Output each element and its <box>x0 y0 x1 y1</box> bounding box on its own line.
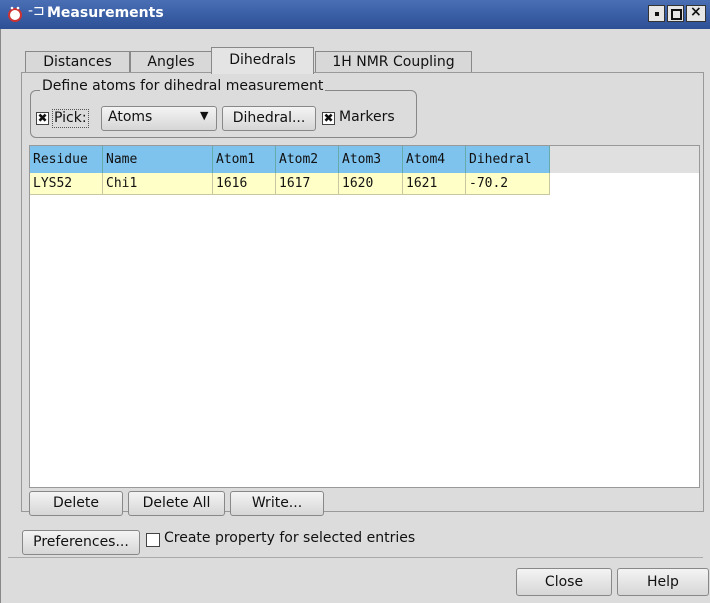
write-button[interactable]: Write... <box>230 491 324 516</box>
tab-distances[interactable]: Distances <box>25 51 130 73</box>
maximize-button[interactable] <box>667 5 684 22</box>
cell-atom4: 1621 <box>403 173 466 195</box>
tab-1h-nmr-coupling[interactable]: 1H NMR Coupling <box>315 51 472 73</box>
tab-dihedrals[interactable]: Dihedrals <box>211 47 314 74</box>
column-header-atom3[interactable]: Atom3 <box>339 146 403 173</box>
create-property-label: Create property for selected entries <box>164 530 416 546</box>
delete-button[interactable]: Delete <box>29 491 123 516</box>
window-title: Measurements <box>47 5 164 21</box>
preferences-button[interactable]: Preferences... <box>22 530 140 555</box>
column-header-name[interactable]: Name <box>103 146 213 173</box>
column-header-atom2[interactable]: Atom2 <box>276 146 339 173</box>
divider <box>8 557 703 558</box>
close-button[interactable]: Close <box>516 568 612 596</box>
cell-atom1: 1616 <box>213 173 276 195</box>
create-property-checkbox[interactable] <box>146 533 160 547</box>
pick-mode-value: Atoms <box>108 109 153 125</box>
title-bar: -⊐ Measurements × <box>0 0 710 29</box>
cell-name: Chi1 <box>103 173 213 195</box>
close-window-button[interactable]: × <box>686 4 706 22</box>
cell-atom3: 1620 <box>339 173 403 195</box>
cell-residue: LYS52 <box>30 173 103 195</box>
tab-angles[interactable]: Angles <box>130 51 212 73</box>
markers-checkbox[interactable]: ✖ <box>322 112 335 125</box>
minimize-button[interactable] <box>648 5 665 22</box>
pin-icon[interactable]: -⊐ <box>28 3 45 19</box>
delete-all-button[interactable]: Delete All <box>128 491 225 516</box>
pick-checkbox[interactable]: ✖ <box>36 112 49 125</box>
cell-atom2: 1617 <box>276 173 339 195</box>
cell-dihedral: -70.2 <box>466 173 550 195</box>
column-header-atom4[interactable]: Atom4 <box>403 146 466 173</box>
app-icon <box>8 6 22 22</box>
pick-mode-select[interactable]: Atoms ▼ <box>101 106 217 131</box>
column-header-residue[interactable]: Residue <box>30 146 103 173</box>
group-title: Define atoms for dihedral measurement <box>40 78 326 94</box>
measurements-table[interactable] <box>29 145 700 488</box>
pick-label: Pick: <box>52 109 89 128</box>
markers-label: Markers <box>339 109 395 125</box>
dihedral-button[interactable]: Dihedral... <box>222 106 316 131</box>
help-button[interactable]: Help <box>617 568 709 596</box>
column-header-atom1[interactable]: Atom1 <box>213 146 276 173</box>
column-header-dihedral[interactable]: Dihedral <box>466 146 550 173</box>
chevron-down-icon: ▼ <box>200 109 209 122</box>
